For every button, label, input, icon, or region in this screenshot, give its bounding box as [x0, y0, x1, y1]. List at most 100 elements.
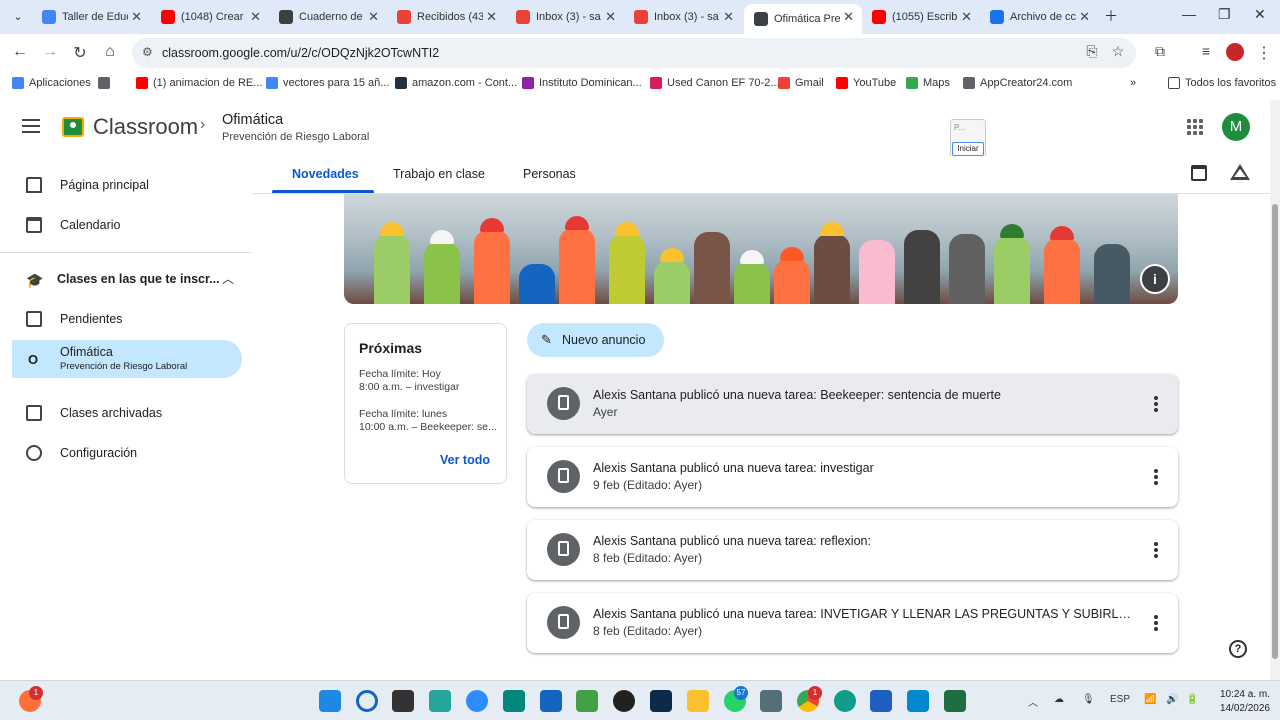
drive-icon[interactable]	[1230, 164, 1250, 180]
home-icon[interactable]: ⌂	[100, 43, 120, 61]
main-menu-icon[interactable]	[22, 119, 40, 133]
bookmark-item[interactable]: Used Canon EF 70-2...	[650, 77, 780, 89]
maximize-button[interactable]: ❐	[1218, 6, 1231, 23]
excel-icon[interactable]	[944, 690, 966, 712]
tab-stream[interactable]: Novedades	[292, 167, 359, 181]
minimize-button[interactable]: —	[1182, 6, 1196, 22]
bookmark-item[interactable]: Instituto Dominican...	[522, 77, 642, 89]
new-announcement-button[interactable]: ✎ Nuevo anuncio	[527, 323, 664, 357]
snipping-tool-icon[interactable]	[503, 690, 525, 712]
edge-icon[interactable]	[834, 690, 856, 712]
close-tab-icon[interactable]: ✕	[961, 9, 972, 25]
store-icon[interactable]	[540, 690, 562, 712]
sidebar-enrolled-header[interactable]: 🎓 Clases en las que te inscr... ︿	[12, 269, 242, 291]
scrollbar-thumb[interactable]	[1272, 204, 1278, 659]
close-tab-icon[interactable]: ✕	[1079, 9, 1090, 25]
sidebar-item-home[interactable]: Página principal	[12, 166, 242, 204]
stream-post[interactable]: Alexis Santana publicó una nueva tarea: …	[527, 374, 1178, 434]
microphone-icon[interactable]: 🎙	[1082, 694, 1095, 705]
bookmark-item[interactable]: (1) animacion de RE...	[136, 77, 262, 89]
address-bar[interactable]: ⚙ classroom.google.com/u/2/c/ODQzNjk2OTc…	[132, 38, 1136, 68]
browser-tab[interactable]: Cuaderno de ✕	[269, 4, 387, 30]
browser-tab[interactable]: (1048) Crear ✕	[151, 4, 269, 30]
forward-icon[interactable]: →	[40, 43, 60, 61]
stream-post[interactable]: Alexis Santana publicó una nueva tarea: …	[527, 593, 1178, 653]
install-app-icon[interactable]: ⎘	[1082, 43, 1102, 60]
search-icon[interactable]	[356, 690, 378, 712]
brand-name[interactable]: Classroom	[93, 114, 198, 140]
more-options-icon[interactable]	[1154, 469, 1158, 485]
widgets-icon[interactable]	[429, 690, 451, 712]
back-icon[interactable]: ←	[10, 43, 30, 61]
new-tab-button[interactable]: ＋	[1104, 6, 1118, 26]
more-options-icon[interactable]	[1154, 542, 1158, 558]
close-tab-icon[interactable]: ✕	[131, 9, 142, 25]
onedrive-icon[interactable]: ☁	[1054, 694, 1064, 705]
close-tab-icon[interactable]: ✕	[723, 9, 734, 25]
tab-people[interactable]: Personas	[523, 167, 576, 181]
close-window-button[interactable]: ✕	[1254, 6, 1266, 23]
bookmark-star-icon[interactable]: ☆	[1108, 43, 1128, 60]
bookmark-item[interactable]: AppCreator24.com	[963, 77, 1072, 89]
site-info-icon[interactable]: ⚙	[142, 45, 153, 59]
sidebar-item-archived[interactable]: Clases archivadas	[12, 394, 242, 432]
battery-icon[interactable]: 🔋	[1186, 694, 1198, 705]
close-tab-icon[interactable]: ✕	[250, 9, 261, 25]
task-view-icon[interactable]	[392, 690, 414, 712]
tab-classwork[interactable]: Trabajo en clase	[393, 167, 485, 181]
google-apps-icon[interactable]	[1187, 119, 1203, 135]
bookmark-item[interactable]: Maps	[906, 77, 950, 89]
browser-tab[interactable]: Ofimática Pre ✕	[744, 4, 862, 34]
bookmark-item[interactable]: vectores para 15 añ...	[266, 77, 389, 89]
chevron-up-icon[interactable]: ︿	[1028, 694, 1038, 709]
tab-search-icon[interactable]: ⌄	[6, 6, 30, 28]
sidebar-item-settings[interactable]: Configuración	[12, 434, 242, 472]
close-tab-icon[interactable]: ✕	[605, 9, 616, 25]
account-avatar[interactable]: M	[1222, 113, 1250, 141]
stream-post[interactable]: Alexis Santana publicó una nueva tarea: …	[527, 447, 1178, 507]
page-scrollbar[interactable]	[1270, 100, 1280, 680]
calculator-icon[interactable]	[760, 690, 782, 712]
browser-tab[interactable]: (1055) Escribi ✕	[862, 4, 980, 30]
bookmark-item[interactable]: Gmail	[778, 77, 824, 89]
volume-icon[interactable]: 🔊	[1166, 694, 1178, 705]
info-icon[interactable]: i	[1140, 264, 1170, 294]
photoshop-icon[interactable]	[650, 690, 672, 712]
bookmark-item[interactable]: Aplicaciones	[12, 77, 91, 89]
file-explorer-icon[interactable]	[687, 690, 709, 712]
extensions-icon[interactable]: ⧉	[1150, 43, 1170, 60]
sidebar-item-todo[interactable]: Pendientes	[12, 300, 242, 338]
photos-icon[interactable]	[907, 690, 929, 712]
browser-tab[interactable]: Inbox (3) - sa ✕	[624, 4, 742, 30]
language-indicator[interactable]: ESP	[1110, 694, 1130, 705]
popup-start-button[interactable]: Iniciar	[952, 142, 984, 156]
media-control-icon[interactable]: ≡	[1196, 43, 1216, 59]
sidebar-item-calendar[interactable]: Calendario	[12, 206, 242, 244]
upcoming-item-link[interactable]: 10:00 a.m. – Beekeeper: se...	[359, 421, 499, 433]
start-icon[interactable]	[319, 690, 341, 712]
browser-menu-icon[interactable]: ⋮	[1254, 43, 1274, 63]
system-clock[interactable]: 10:24 a. m. 14/02/2026	[1212, 688, 1270, 716]
word-icon[interactable]	[870, 690, 892, 712]
close-tab-icon[interactable]: ✕	[486, 9, 497, 25]
course-title[interactable]: Ofimática	[222, 112, 283, 128]
more-options-icon[interactable]	[1154, 396, 1158, 412]
profile-avatar-icon[interactable]	[1226, 43, 1244, 61]
browser-tab[interactable]: Inbox (3) - sa ✕	[506, 4, 624, 30]
bookmark-item[interactable]	[98, 77, 110, 89]
bookmark-item[interactable]: amazon.com - Cont...	[395, 77, 517, 89]
close-tab-icon[interactable]: ✕	[368, 9, 379, 25]
help-icon[interactable]: ?	[1229, 640, 1247, 658]
browser-tab[interactable]: Archivo de cc ✕	[980, 4, 1098, 30]
upcoming-item-link[interactable]: 8:00 a.m. – investigar	[359, 381, 499, 393]
wifi-icon[interactable]: 📶	[1144, 694, 1156, 705]
chevron-up-icon[interactable]: ︿	[222, 270, 234, 287]
paint-icon[interactable]	[576, 690, 598, 712]
browser-tab[interactable]: Taller de Educ ✕	[32, 4, 150, 30]
bookmark-item[interactable]: YouTube	[836, 77, 896, 89]
reload-icon[interactable]: ↻	[70, 43, 90, 63]
more-bookmarks-icon[interactable]: »	[1130, 77, 1136, 89]
app-icon[interactable]	[613, 690, 635, 712]
view-all-link[interactable]: Ver todo	[440, 453, 490, 467]
all-bookmarks-link[interactable]: Todos los favoritos	[1168, 77, 1276, 89]
